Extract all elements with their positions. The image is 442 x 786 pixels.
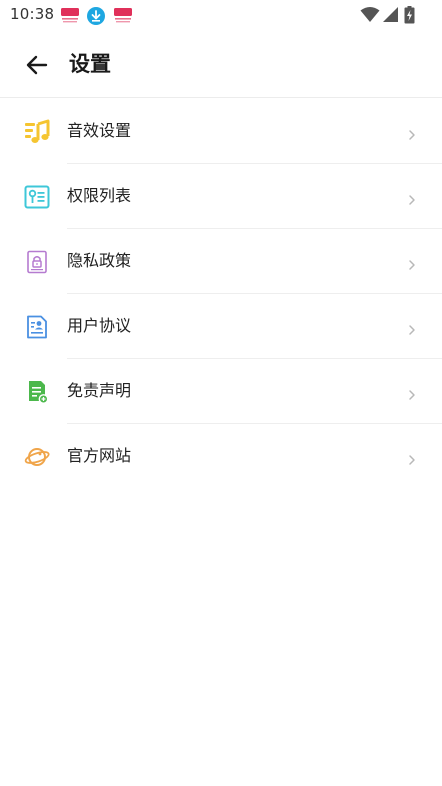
chevron-right-icon: [408, 451, 416, 465]
battery-charging-icon: [404, 6, 415, 28]
wifi-icon: [360, 6, 380, 28]
music-note-icon: [24, 119, 50, 145]
menu-item-label: 免责声明: [67, 381, 132, 400]
menu-item-label: 权限列表: [67, 186, 132, 205]
status-time: 10:38: [10, 5, 55, 23]
menu-item-disclaimer[interactable]: 免责声明: [0, 359, 442, 424]
app-notification-icon: [60, 6, 80, 28]
privacy-lock-icon: [24, 249, 50, 275]
menu-item-label: 音效设置: [67, 121, 132, 140]
chevron-right-icon: [408, 191, 416, 205]
back-button[interactable]: [22, 50, 52, 80]
menu-item-label: 隐私政策: [67, 251, 132, 270]
menu-item-user-agreement[interactable]: 用户协议: [0, 294, 442, 359]
arrow-left-icon: [22, 55, 52, 84]
chevron-right-icon: [408, 386, 416, 400]
settings-menu-list: 音效设置 权限列表 隐私政策 用户协议 免责声明 官方网站: [0, 99, 442, 489]
chevron-right-icon: [408, 256, 416, 270]
chevron-right-icon: [408, 126, 416, 140]
cell-signal-icon: [382, 6, 400, 28]
status-bar: 10:38: [0, 0, 442, 30]
menu-item-sound-settings[interactable]: 音效设置: [0, 99, 442, 164]
disclaimer-document-icon: [24, 379, 50, 405]
app-header: 设置: [0, 30, 442, 98]
app-notification-icon: [113, 6, 133, 28]
chevron-right-icon: [408, 321, 416, 335]
menu-item-permission-list[interactable]: 权限列表: [0, 164, 442, 229]
user-agreement-icon: [24, 314, 50, 340]
menu-item-label: 用户协议: [67, 316, 132, 335]
page-title: 设置: [69, 52, 111, 76]
menu-item-official-website[interactable]: 官方网站: [0, 424, 442, 489]
download-icon: [86, 6, 106, 30]
menu-item-label: 官方网站: [67, 446, 132, 465]
menu-item-privacy-policy[interactable]: 隐私政策: [0, 229, 442, 294]
permission-list-icon: [24, 184, 50, 210]
planet-icon: [24, 444, 50, 470]
